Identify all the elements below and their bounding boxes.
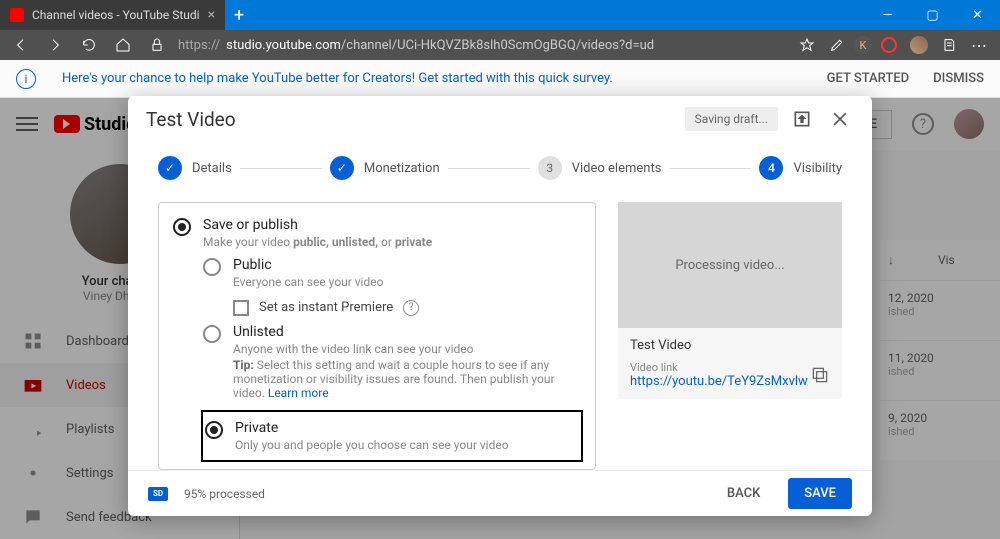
preview-video-name: Test Video	[630, 338, 830, 353]
sd-badge-icon: SD	[148, 487, 168, 501]
new-tab-button[interactable]: +	[225, 1, 253, 29]
checkbox-premiere[interactable]	[233, 300, 249, 316]
saving-status: Saving draft...	[685, 107, 778, 131]
stepper: ✓Details ✓Monetization 3Video elements 4…	[128, 142, 872, 194]
window-maximize-button[interactable]: ▢	[910, 0, 955, 30]
save-button[interactable]: SAVE	[788, 478, 852, 509]
visibility-panel: Save or publish Make your video public, …	[158, 202, 596, 470]
info-icon: i	[16, 69, 36, 89]
dialog-title: Test Video	[146, 108, 236, 131]
radio-unlisted[interactable]	[203, 325, 221, 343]
window-close-button[interactable]: ✕	[955, 0, 1000, 30]
save-publish-title: Save or publish	[203, 217, 432, 233]
feedback-dialog-icon[interactable]	[788, 105, 816, 133]
back-button[interactable]	[8, 32, 34, 58]
banner-text: Here's your chance to help make YouTube …	[62, 71, 613, 86]
lock-icon	[144, 32, 170, 58]
address-bar[interactable]: https://studio.youtube.com/channel/UCi-H…	[178, 38, 786, 53]
back-button-dialog[interactable]: BACK	[715, 478, 772, 509]
record-icon[interactable]	[876, 32, 902, 58]
tab-favicon-icon	[10, 8, 24, 22]
window-titlebar: Channel videos - YouTube Studi × + — ▢ ✕	[0, 0, 1000, 30]
close-dialog-button[interactable]	[826, 105, 854, 133]
profile-k-badge[interactable]: K	[854, 36, 872, 54]
more-icon[interactable]: ⋯	[966, 32, 992, 58]
premiere-help-icon[interactable]: ?	[403, 300, 419, 316]
step-details[interactable]: ✓Details	[158, 156, 232, 180]
video-link[interactable]: https://youtu.be/TeY9ZsMxvlw	[630, 374, 808, 389]
home-button[interactable]	[110, 32, 136, 58]
step-video-elements[interactable]: 3Video elements	[538, 156, 662, 180]
tab-title: Channel videos - YouTube Studi	[32, 8, 200, 22]
browser-tab[interactable]: Channel videos - YouTube Studi ×	[0, 0, 225, 30]
avatar-small[interactable]	[906, 32, 932, 58]
survey-banner: i Here's your chance to help make YouTub…	[0, 60, 1000, 98]
copy-link-button[interactable]	[810, 365, 830, 385]
save-publish-sub: Make your video public, unlisted, or pri…	[203, 235, 432, 249]
edit-icon[interactable]	[824, 32, 850, 58]
forward-button[interactable]	[42, 32, 68, 58]
browser-navbar: https://studio.youtube.com/channel/UCi-H…	[0, 30, 1000, 60]
window-minimize-button[interactable]: —	[865, 0, 910, 30]
upload-dialog: Test Video Saving draft... ✓Details ✓Mon…	[128, 96, 872, 516]
processed-text: 95% processed	[184, 487, 265, 501]
refresh-button[interactable]	[76, 32, 102, 58]
favorite-icon[interactable]	[794, 32, 820, 58]
step-monetization[interactable]: ✓Monetization	[330, 156, 440, 180]
notes-icon[interactable]	[936, 32, 962, 58]
video-thumbnail: Processing video...	[618, 202, 842, 328]
banner-get-started-button[interactable]: GET STARTED	[827, 71, 910, 86]
tab-close-icon[interactable]: ×	[208, 7, 215, 23]
step-visibility[interactable]: 4Visibility	[759, 156, 842, 180]
radio-public[interactable]	[203, 258, 221, 276]
radio-private[interactable]	[205, 421, 223, 439]
learn-more-link[interactable]: Learn more	[268, 386, 329, 400]
banner-dismiss-button[interactable]: DISMISS	[933, 71, 984, 86]
video-preview: Processing video... Test Video Video lin…	[618, 202, 842, 470]
radio-save-publish[interactable]	[173, 218, 191, 236]
private-highlight: Private Only you and people you choose c…	[201, 410, 583, 462]
